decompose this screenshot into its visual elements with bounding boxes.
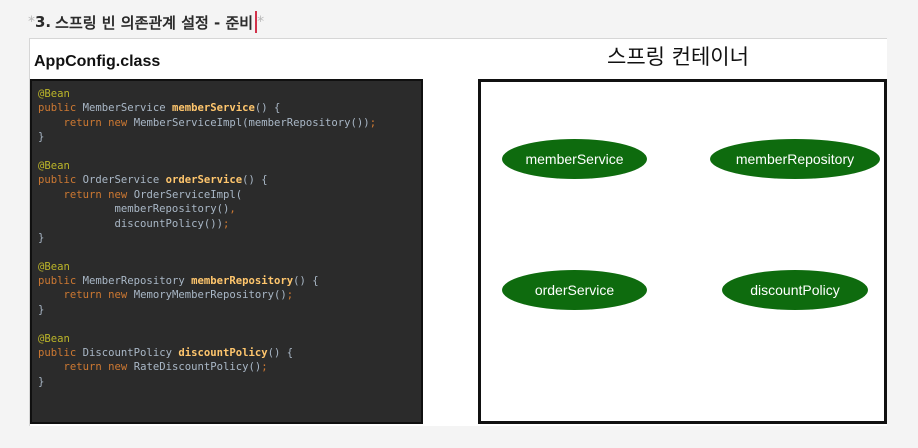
code-token: public (38, 102, 83, 115)
code-line: public OrderService orderService() { (38, 173, 421, 187)
bean-order-service: orderService (502, 270, 647, 310)
slide-page: * 3. 스프링 빈 의존관계 설정 - 준비 * AppConfig.clas… (0, 0, 918, 448)
bean-label: discountPolicy (750, 282, 840, 298)
code-token: ; (286, 289, 294, 302)
code-token: @Bean (38, 88, 70, 100)
code-token: MemoryMemberRepository() (133, 289, 287, 302)
code-token: ; (369, 116, 377, 129)
code-line: @Bean (38, 159, 421, 173)
code-line: @Bean (38, 87, 421, 101)
bean-member-repository: memberRepository (710, 139, 880, 179)
code-token: @Bean (38, 332, 70, 345)
code-token: return new (63, 361, 134, 374)
code-line: public DiscountPolicy discountPolicy() { (38, 346, 421, 360)
code-token: return new (63, 116, 134, 129)
code-token: @Bean (38, 159, 70, 172)
slide-canvas: AppConfig.class @Bean public MemberServic… (29, 38, 887, 426)
code-token: public (38, 174, 83, 187)
code-line: public MemberService memberService() { (38, 101, 421, 115)
code-token: ; (261, 361, 268, 374)
code-line: } (38, 375, 421, 389)
code-line: } (38, 231, 421, 245)
code-token: public (38, 275, 83, 288)
bean-label: memberService (525, 151, 624, 167)
code-token: OrderService (82, 174, 166, 187)
code-line: } (38, 130, 421, 144)
code-token: OrderServiceImpl( (133, 188, 243, 201)
code-line: memberRepository(), (38, 202, 421, 216)
code-token: } (38, 375, 45, 388)
code-token: public (38, 347, 83, 360)
code-token: () { (293, 275, 319, 288)
code-line: @Bean (38, 332, 421, 346)
code-token: DiscountPolicy (82, 347, 179, 360)
code-token: MemberService (82, 102, 172, 115)
code-token: () { (254, 102, 281, 115)
code-token: memberService (171, 102, 255, 115)
spring-container-box: memberService memberRepository orderServ… (478, 79, 887, 424)
code-line: public MemberRepository memberRepository… (38, 274, 421, 288)
code-token: () { (242, 174, 268, 187)
code-line: return new MemoryMemberRepository(); (38, 288, 421, 302)
title-star-end: * (257, 14, 265, 30)
code-token: discountPolicy()) (38, 217, 223, 230)
code-token: MemberRepository (82, 275, 192, 288)
page-title: * 3. 스프링 빈 의존관계 설정 - 준비 * (28, 8, 264, 36)
title-star-start: * (28, 14, 35, 30)
code-token: } (38, 303, 45, 316)
bean-discount-policy: discountPolicy (722, 270, 868, 310)
code-panel-title: AppConfig.class (34, 53, 161, 70)
code-token: MemberServiceImpl(memberRepository()) (133, 116, 370, 129)
bean-label: orderService (534, 282, 615, 298)
code-line: discountPolicy()); (38, 217, 421, 231)
code-token: memberRepository() (38, 203, 230, 216)
code-token: orderService (165, 174, 243, 187)
code-line: return new MemberServiceImpl(memberRepos… (38, 116, 421, 130)
code-token: discountPolicy (178, 347, 268, 360)
code-token: return new (63, 289, 134, 302)
code-token: @Bean (38, 260, 70, 273)
code-token: , (229, 203, 236, 216)
title-number: 3. (35, 13, 52, 31)
code-token: } (38, 231, 45, 244)
bean-label: memberRepository (735, 151, 855, 167)
title-text: 스프링 빈 의존관계 설정 - 준비 (55, 13, 254, 32)
container-title: 스프링 컨테이너 (607, 45, 749, 69)
code-token: RateDiscountPolicy() (133, 361, 262, 374)
code-line: return new OrderServiceImpl( (38, 188, 421, 202)
bean-member-service: memberService (502, 139, 647, 179)
code-token: memberRepository (191, 275, 294, 288)
code-token: return new (63, 188, 134, 201)
code-line: return new RateDiscountPolicy(); (38, 360, 421, 374)
code-token: () { (267, 347, 294, 360)
code-block: @Bean public MemberService memberService(… (30, 79, 423, 424)
code-token: } (38, 131, 45, 144)
code-line: @Bean (38, 260, 421, 274)
code-line: } (38, 303, 421, 317)
code-token: ; (222, 217, 230, 230)
